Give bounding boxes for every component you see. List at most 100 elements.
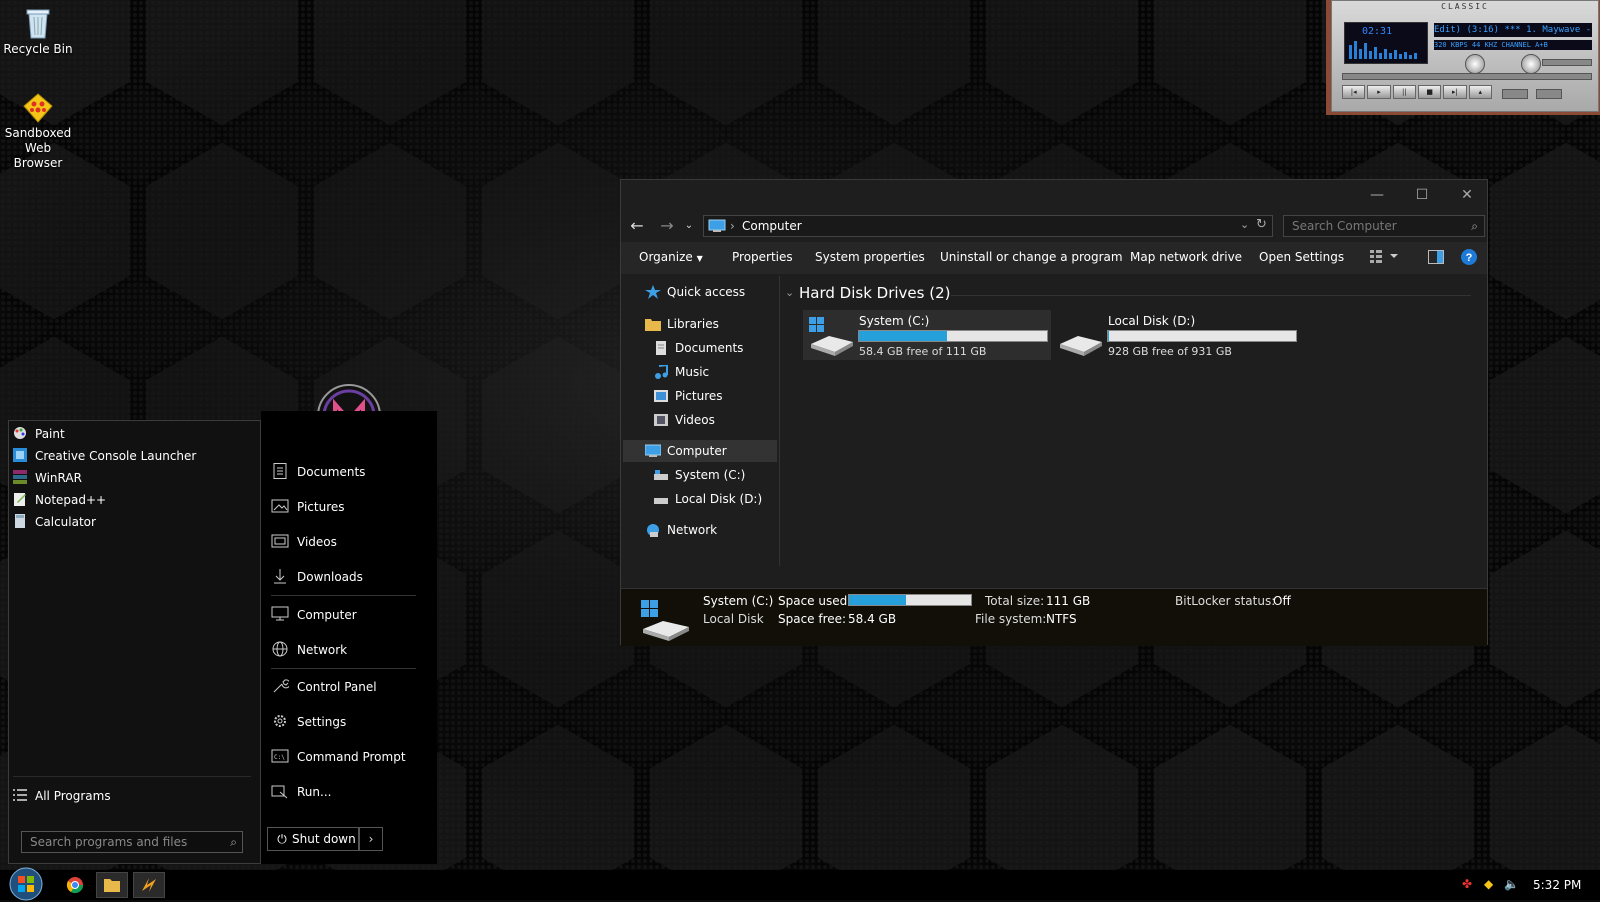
- next-icon[interactable]: ▸|: [1443, 85, 1467, 99]
- view-options-icon[interactable]: [1369, 248, 1399, 267]
- start-link-videos[interactable]: Videos: [271, 529, 337, 555]
- start-search-input[interactable]: Search programs and files ⌕: [21, 831, 243, 853]
- uninstall-program-button[interactable]: Uninstall or change a program: [940, 250, 1123, 264]
- nav-documents[interactable]: Documents: [653, 337, 743, 359]
- nav-local-d[interactable]: Local Disk (D:): [653, 488, 762, 510]
- nav-network[interactable]: Network: [645, 519, 717, 541]
- start-link-pictures[interactable]: Pictures: [271, 494, 345, 520]
- drive-tile-local-d[interactable]: Local Disk (D:) 928 GB free of 931 GB: [1052, 310, 1300, 360]
- drive-free-space: 58.4 GB free of 111 GB: [859, 345, 987, 358]
- start-button[interactable]: [8, 867, 44, 901]
- nav-music[interactable]: Music: [653, 361, 709, 383]
- tray-app-icon[interactable]: ✤: [1462, 877, 1472, 891]
- winamp-shuffle-button[interactable]: [1502, 89, 1528, 99]
- collapse-group-icon[interactable]: ⌄: [785, 286, 794, 299]
- close-icon[interactable]: ✕: [1457, 186, 1477, 204]
- desktop-icon-recycle-bin[interactable]: Recycle Bin: [0, 6, 76, 57]
- volume-icon[interactable]: 🔈: [1504, 877, 1519, 891]
- back-arrow-icon[interactable]: ←: [627, 216, 647, 236]
- breadcrumb[interactable]: Computer: [742, 219, 802, 233]
- start-link-settings[interactable]: Settings: [271, 709, 346, 735]
- program-item-notepadpp[interactable]: Notepad++: [13, 489, 106, 511]
- forward-arrow-icon[interactable]: →: [657, 216, 677, 236]
- volume-knob[interactable]: [1465, 54, 1485, 74]
- organize-button[interactable]: Organize ▼: [639, 250, 703, 264]
- winamp-icon: [142, 878, 156, 892]
- properties-button[interactable]: Properties: [732, 250, 793, 264]
- balance-knob[interactable]: [1521, 54, 1541, 74]
- start-link-computer[interactable]: Computer: [271, 602, 357, 628]
- group-divider: [951, 295, 1471, 296]
- stop-icon[interactable]: ■: [1417, 85, 1442, 99]
- action-center-warning-icon[interactable]: ◆: [1484, 877, 1493, 891]
- nav-computer[interactable]: Computer: [645, 440, 727, 462]
- start-link-downloads[interactable]: Downloads: [271, 564, 363, 590]
- drive-tile-system-c[interactable]: System (C:) 58.4 GB free of 111 GB: [803, 310, 1051, 360]
- program-item-paint[interactable]: Paint: [13, 423, 65, 445]
- taskbar-clock[interactable]: 5:32 PM: [1533, 878, 1581, 892]
- recent-locations-icon[interactable]: ⌄: [679, 216, 699, 236]
- list-icon: [13, 789, 27, 801]
- nav-libraries[interactable]: Libraries: [645, 313, 719, 335]
- search-input[interactable]: Search Computer ⌕: [1283, 215, 1485, 237]
- preview-pane-icon[interactable]: [1428, 250, 1444, 267]
- chrome-icon: [66, 877, 84, 894]
- taskbar-file-explorer[interactable]: [96, 872, 128, 898]
- all-programs-button[interactable]: All Programs: [13, 785, 111, 807]
- start-link-label: Computer: [297, 608, 357, 622]
- nav-label: Quick access: [667, 285, 746, 299]
- navigation-pane: Quick access Libraries Documents Music P…: [621, 276, 780, 566]
- pause-icon[interactable]: ||: [1392, 85, 1416, 99]
- address-dropdown-icon[interactable]: ⌄: [1240, 218, 1249, 231]
- taskbar-winamp[interactable]: [133, 872, 165, 898]
- program-item-creative-console[interactable]: Creative Console Launcher: [13, 445, 196, 467]
- nav-system-c[interactable]: System (C:): [653, 464, 745, 486]
- winamp-bitrate: 320 KBPS 44 KHZ CHANNEL A+B: [1434, 40, 1592, 50]
- open-settings-button[interactable]: Open Settings: [1259, 250, 1344, 264]
- program-item-winrar[interactable]: WinRAR: [13, 467, 82, 489]
- group-header[interactable]: Hard Disk Drives (2): [799, 284, 950, 302]
- play-icon[interactable]: ▸: [1367, 85, 1391, 99]
- nav-quick-access[interactable]: Quick access: [645, 281, 745, 303]
- taskbar-chrome[interactable]: [59, 872, 91, 898]
- start-link-command-prompt[interactable]: C:\ Command Prompt: [271, 744, 406, 770]
- winamp-player[interactable]: CLASSIC 02:31 Edit) (3:16) *** 1. Maywav…: [1326, 0, 1600, 115]
- details-fs-label: File system:: [975, 612, 1047, 626]
- start-link-run[interactable]: Run...: [271, 779, 331, 805]
- organize-label: Organize: [639, 250, 693, 264]
- nav-videos[interactable]: Videos: [653, 409, 715, 431]
- download-icon: [274, 569, 286, 584]
- winamp-eq-slider[interactable]: [1542, 59, 1592, 66]
- search-icon: ⌕: [1471, 219, 1478, 233]
- minimize-icon[interactable]: —: [1367, 186, 1387, 204]
- map-network-drive-button[interactable]: Map network drive: [1130, 250, 1242, 264]
- details-space-free: 58.4 GB: [848, 612, 897, 626]
- winamp-repeat-button[interactable]: [1536, 89, 1562, 99]
- help-icon[interactable]: ?: [1461, 249, 1477, 268]
- prev-icon[interactable]: |◂: [1342, 85, 1366, 99]
- refresh-icon[interactable]: ↻: [1256, 217, 1267, 232]
- desktop-icon-label: Recycle Bin: [3, 42, 73, 56]
- shutdown-options-button[interactable]: ›: [359, 827, 383, 851]
- eject-icon[interactable]: ▴: [1468, 85, 1492, 99]
- maximize-icon[interactable]: ☐: [1412, 186, 1432, 204]
- address-bar[interactable]: › Computer ⌄ ↻: [703, 215, 1273, 237]
- windows-drive-icon: [641, 600, 689, 641]
- system-properties-button[interactable]: System properties: [815, 250, 925, 264]
- chevron-right-icon: ›: [368, 832, 374, 846]
- program-item-calculator[interactable]: Calculator: [13, 511, 96, 533]
- desktop-icon-sandboxed-browser[interactable]: Sandboxed Web Browser: [0, 92, 76, 171]
- video-icon: [271, 534, 289, 548]
- shutdown-button[interactable]: ⏻ Shut down: [267, 827, 359, 851]
- nav-label: Local Disk (D:): [675, 492, 763, 506]
- title-bar[interactable]: — ☐ ✕: [621, 180, 1487, 210]
- details-drive-type: Local Disk: [703, 612, 764, 626]
- nav-pictures[interactable]: Pictures: [653, 385, 723, 407]
- start-link-documents[interactable]: Documents: [271, 459, 365, 485]
- start-link-label: Pictures: [297, 500, 345, 514]
- start-link-network[interactable]: Network: [271, 637, 347, 663]
- start-link-label: Downloads: [297, 570, 363, 584]
- winamp-seek-bar[interactable]: [1342, 73, 1592, 80]
- details-total-size: 111 GB: [1046, 594, 1091, 608]
- start-link-control-panel[interactable]: Control Panel: [271, 674, 377, 700]
